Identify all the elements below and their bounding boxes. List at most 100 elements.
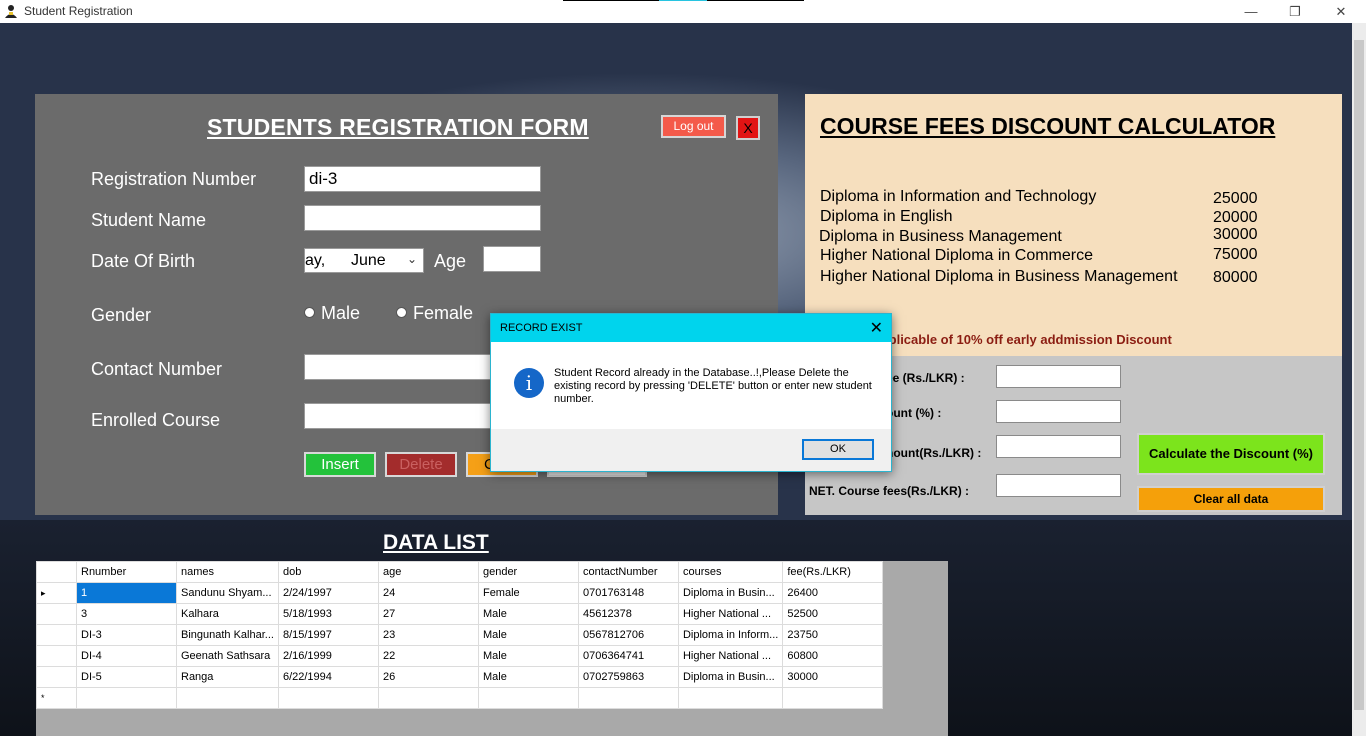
table-cell[interactable]: DI-4 [76, 645, 177, 667]
column-header[interactable]: names [176, 561, 279, 583]
table-cell[interactable]: Male [477, 624, 579, 646]
table-cell[interactable]: Sandunu Shyam... [176, 582, 279, 604]
table-cell[interactable]: 23750 [782, 624, 884, 646]
logout-button[interactable]: Log out [661, 115, 726, 138]
table-cell[interactable]: 2/24/1997 [277, 582, 379, 604]
row-header[interactable] [36, 603, 77, 625]
column-header[interactable]: fee(Rs./LKR) [782, 561, 884, 583]
table-row[interactable]: DI-3 Bingunath Kalhar... 8/15/1997 23 Ma… [36, 624, 884, 646]
table-cell[interactable] [477, 687, 579, 709]
table-cell[interactable]: Higher National ... [677, 645, 784, 667]
age-input[interactable] [483, 246, 541, 272]
table-cell[interactable]: 5/18/1993 [277, 603, 379, 625]
student-name-input[interactable] [304, 205, 541, 231]
table-cell[interactable]: Ranga [176, 666, 279, 688]
table-cell[interactable]: 0702759863 [577, 666, 679, 688]
table-cell[interactable]: Bingunath Kalhar... [176, 624, 279, 646]
ok-button[interactable]: OK [802, 439, 874, 460]
table-cell[interactable]: Male [477, 645, 579, 667]
table-cell[interactable]: 60800 [782, 645, 884, 667]
table-cell[interactable]: Diploma in Inform... [677, 624, 784, 646]
column-header[interactable]: gender [477, 561, 579, 583]
table-cell[interactable]: 2/16/1999 [277, 645, 379, 667]
titlebar-decoration-accent [659, 0, 707, 1]
table-cell[interactable]: 1 [76, 582, 177, 604]
table-cell[interactable]: 0706364741 [577, 645, 679, 667]
discount-amount-label: nount(Rs./LKR) : [886, 446, 982, 460]
record-exist-dialog: RECORD EXIST ✕ i Student Record already … [490, 313, 892, 472]
table-cell[interactable]: Geenath Sathsara [176, 645, 279, 667]
data-grid[interactable]: Rnumber names dob age gender contactNumb… [36, 561, 884, 709]
table-cell[interactable]: DI-5 [76, 666, 177, 688]
table-cell[interactable] [577, 687, 679, 709]
chevron-down-icon[interactable]: ⌄ [407, 252, 417, 266]
table-cell[interactable]: Diploma in Busin... [677, 582, 784, 604]
column-header[interactable]: Rnumber [76, 561, 177, 583]
contact-label: Contact Number [91, 359, 223, 379]
table-cell[interactable]: 24 [377, 582, 479, 604]
table-row[interactable]: 3 Kalhara 5/18/1993 27 Male 45612378 Hig… [36, 603, 884, 625]
table-cell[interactable] [677, 687, 784, 709]
table-cell[interactable] [76, 687, 177, 709]
table-cell[interactable]: 26 [377, 666, 479, 688]
gender-female-radio[interactable] [396, 307, 407, 318]
course-name: Higher National Diploma in Business Mana… [820, 268, 1178, 285]
clear-all-button[interactable]: Clear all data [1137, 486, 1325, 512]
new-row-indicator[interactable]: * [36, 687, 77, 709]
calculate-discount-button[interactable]: Calculate the Discount (%) [1137, 433, 1325, 475]
table-cell[interactable]: 30000 [782, 666, 884, 688]
table-cell[interactable]: Higher National ... [677, 603, 784, 625]
table-cell[interactable]: Male [477, 666, 579, 688]
table-cell[interactable]: Kalhara [176, 603, 279, 625]
table-cell[interactable]: 0701763148 [577, 582, 679, 604]
insert-button[interactable]: Insert [304, 452, 376, 477]
table-cell[interactable]: 6/22/1994 [277, 666, 379, 688]
table-cell[interactable] [176, 687, 279, 709]
table-cell[interactable]: 45612378 [577, 603, 679, 625]
table-row[interactable]: DI-5 Ranga 6/22/1994 26 Male 0702759863 … [36, 666, 884, 688]
column-header[interactable]: courses [677, 561, 784, 583]
table-cell[interactable] [782, 687, 884, 709]
column-header[interactable]: contactNumber [577, 561, 679, 583]
scrollbar-thumb[interactable] [1354, 40, 1364, 710]
restore-icon[interactable]: ❐ [1272, 0, 1318, 23]
course-name: Diploma in Business Management [819, 228, 1062, 245]
row-header[interactable] [36, 645, 77, 667]
table-cell[interactable] [277, 687, 379, 709]
table-row[interactable]: ▸ 1 Sandunu Shyam... 2/24/1997 24 Female… [36, 582, 884, 604]
table-cell[interactable]: Male [477, 603, 579, 625]
discount-amount-input[interactable] [996, 435, 1121, 458]
current-row-indicator[interactable]: ▸ [36, 582, 77, 604]
row-header[interactable] [36, 624, 77, 646]
table-row[interactable]: DI-4 Geenath Sathsara 2/16/1999 22 Male … [36, 645, 884, 667]
table-cell[interactable]: 23 [377, 624, 479, 646]
table-cell[interactable]: DI-3 [76, 624, 177, 646]
reg-number-input[interactable]: di-3 [304, 166, 541, 192]
close-icon[interactable]: ✕ [870, 318, 883, 338]
close-icon[interactable]: ✕ [1318, 0, 1364, 23]
column-header[interactable]: age [377, 561, 479, 583]
new-row[interactable]: * [36, 687, 884, 709]
discount-pct-input[interactable] [996, 400, 1121, 423]
column-header[interactable]: dob [277, 561, 379, 583]
table-cell[interactable]: 22 [377, 645, 479, 667]
dob-label: Date Of Birth [91, 251, 196, 271]
net-fee-input[interactable] [996, 474, 1121, 497]
table-cell[interactable]: Diploma in Busin... [677, 666, 784, 688]
row-header[interactable] [36, 666, 77, 688]
table-cell[interactable]: 0567812706 [577, 624, 679, 646]
minimize-icon[interactable]: — [1228, 0, 1274, 23]
table-cell[interactable]: 52500 [782, 603, 884, 625]
table-cell[interactable]: Female [477, 582, 579, 604]
gender-male-radio[interactable] [304, 307, 315, 318]
table-cell[interactable]: 3 [76, 603, 177, 625]
table-cell[interactable]: 27 [377, 603, 479, 625]
form-close-button[interactable]: X [736, 116, 760, 140]
delete-button[interactable]: Delete [385, 452, 457, 477]
course-fee-input[interactable] [996, 365, 1121, 388]
table-cell[interactable]: 26400 [782, 582, 884, 604]
calculator-title: COURSE FEES DISCOUNT CALCULATOR [820, 113, 1276, 139]
dob-picker[interactable]: ay, June ⌄ [304, 248, 424, 273]
table-cell[interactable] [377, 687, 479, 709]
table-cell[interactable]: 8/15/1997 [277, 624, 379, 646]
